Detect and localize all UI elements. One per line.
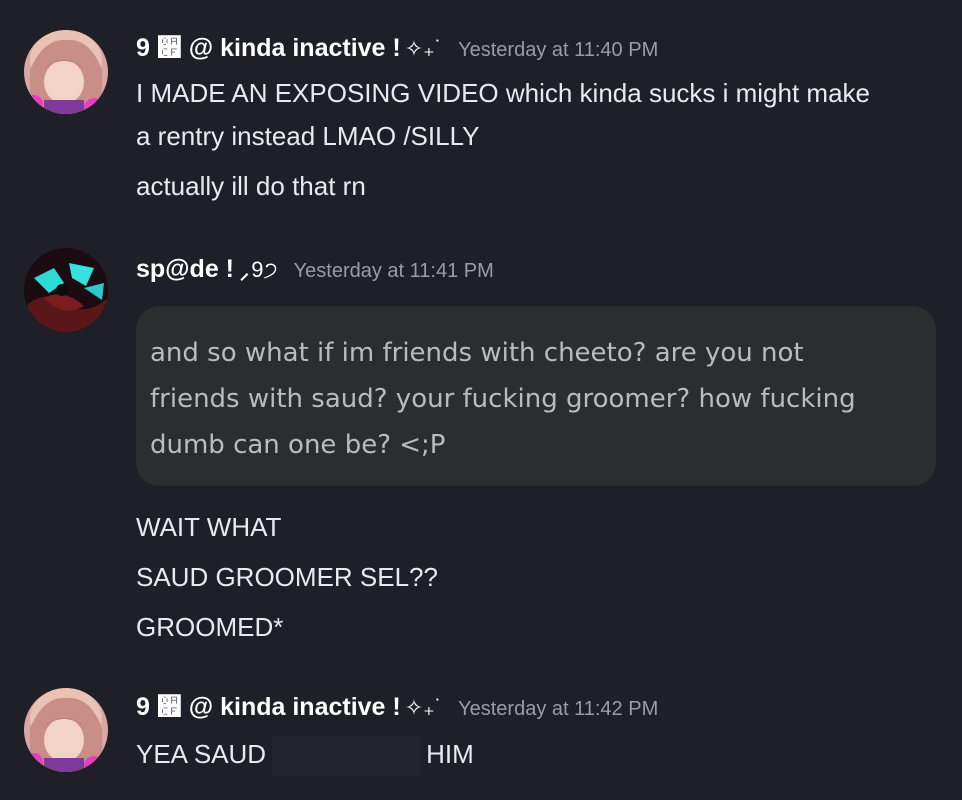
message-text-line: actually ill do that rn bbox=[136, 171, 366, 201]
message-header: 9 ૏ @ kinda inactive ! ✧₊˙ Yesterday at … bbox=[136, 693, 658, 722]
image-attachment[interactable]: and so what if im friends with cheeto? a… bbox=[136, 306, 936, 486]
attachment-text-line: and so what if im friends with cheeto? a… bbox=[150, 338, 804, 368]
timestamp[interactable]: Yesterday at 11:41 PM bbox=[294, 260, 494, 283]
username-decoration: ✧₊˙ bbox=[404, 695, 443, 720]
user-avatar[interactable] bbox=[24, 248, 108, 332]
timestamp[interactable]: Yesterday at 11:42 PM bbox=[458, 698, 658, 721]
message-text-line: WAIT WHAT bbox=[136, 512, 282, 542]
attachment-text-line: dumb can one be? <;P bbox=[150, 430, 446, 460]
message-text-line: GROOMED* bbox=[136, 612, 284, 642]
username-decoration: ⸝9੭ bbox=[238, 257, 278, 282]
user-avatar[interactable] bbox=[24, 30, 108, 114]
message-text: YEA SAUD bbox=[136, 738, 267, 769]
username-decoration: ✧₊˙ bbox=[404, 36, 443, 61]
username[interactable]: 9 ૏ @ kinda inactive ! bbox=[136, 34, 401, 63]
message-text-line: YEA SAUD HIM bbox=[136, 736, 474, 776]
message-text: HIM bbox=[426, 738, 474, 769]
message-header: sp@de ! ⸝9੭ Yesterday at 11:41 PM bbox=[136, 255, 494, 284]
username[interactable]: 9 ૏ @ kinda inactive ! bbox=[136, 693, 401, 722]
message-text-line: SAUD GROOMER SEL?? bbox=[136, 562, 438, 592]
attachment-text-line: friends with saud? your fucking groomer?… bbox=[150, 384, 856, 414]
user-avatar[interactable] bbox=[24, 688, 108, 772]
message-text-line: a rentry instead LMAO /SILLY bbox=[136, 121, 480, 151]
redaction-block bbox=[272, 736, 421, 776]
message-header: 9 ૏ @ kinda inactive ! ✧₊˙ Yesterday at … bbox=[136, 34, 658, 63]
username[interactable]: sp@de ! bbox=[136, 255, 234, 284]
timestamp[interactable]: Yesterday at 11:40 PM bbox=[458, 39, 658, 62]
message-text-line: I MADE AN EXPOSING VIDEO which kinda suc… bbox=[136, 78, 871, 108]
